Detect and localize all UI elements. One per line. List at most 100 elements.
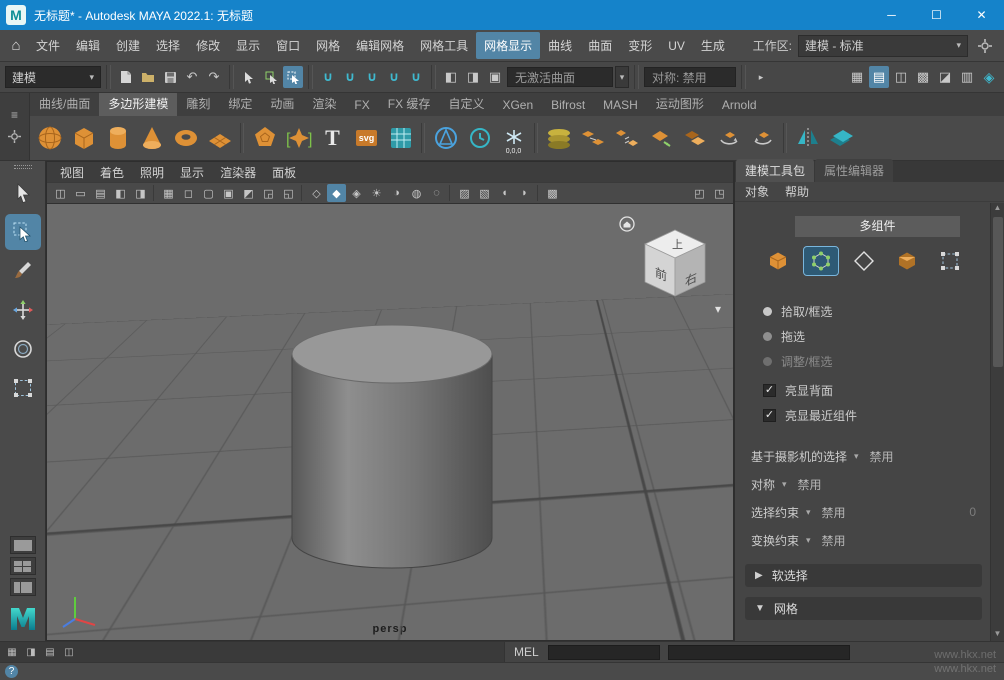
multi-select-icon[interactable] (933, 247, 967, 275)
shelf-tab-arnold[interactable]: Arnold (713, 94, 766, 116)
menu-edit-mesh[interactable]: 编辑网格 (348, 32, 412, 59)
vp-menu-lighting[interactable]: 照明 (133, 162, 171, 183)
output-connections-icon[interactable]: ◨ (463, 66, 483, 88)
menu-generate[interactable]: 生成 (693, 32, 733, 59)
pane-tear-off-icon[interactable]: ◳ (710, 184, 729, 202)
render-view-icon[interactable]: ▦ (847, 66, 867, 88)
undo-icon[interactable]: ↶ (182, 66, 202, 88)
safe-title-icon[interactable]: ◱ (279, 184, 298, 202)
ipr-render-icon[interactable]: ◫ (891, 66, 911, 88)
scale-tool[interactable] (5, 370, 41, 406)
field-chart-icon[interactable]: ◩ (239, 184, 258, 202)
construction-plane-icon[interactable] (430, 121, 461, 155)
save-scene-icon[interactable] (160, 66, 180, 88)
vp-menu-panels[interactable]: 面板 (265, 162, 303, 183)
viewport20-icon[interactable]: ▩ (543, 184, 562, 202)
radio-pick-marquee[interactable]: 拾取/框选 (743, 299, 984, 324)
resolution-gate-icon[interactable]: ▢ (199, 184, 218, 202)
lock-camera-icon[interactable]: ▭ (71, 184, 90, 202)
viewcube-chevron-icon[interactable]: ▾ (715, 302, 721, 316)
gamma-icon[interactable]: ◗ (515, 184, 534, 202)
tab-modeling-toolkit[interactable]: 建模工具包 (736, 159, 815, 182)
combine-icon[interactable] (577, 121, 608, 155)
command-input-field[interactable] (547, 644, 660, 660)
sweep-mesh-icon[interactable] (385, 121, 416, 155)
construction-history-icon[interactable]: ▣ (485, 66, 505, 88)
render-settings-icon[interactable]: ▩ (913, 66, 933, 88)
checkbox-highlight-nearest[interactable]: ✓ 亮显最近组件 (743, 403, 984, 428)
shelf-menu-icon[interactable]: ≡ (11, 108, 18, 122)
point-snap-toggle-icon[interactable]: ▤ (42, 645, 58, 660)
display-layers-icon[interactable]: ▥ (957, 66, 977, 88)
toolbox-toggle-icon[interactable]: ◈ (979, 66, 999, 88)
make-live-icon[interactable] (464, 121, 495, 155)
rotate-cw-icon[interactable] (713, 121, 744, 155)
menu-surfaces[interactable]: 曲面 (580, 32, 620, 59)
view-cube[interactable]: 上 前 右 ▾ (617, 214, 721, 316)
menu-mesh[interactable]: 网格 (308, 32, 348, 59)
poly-cone-icon[interactable] (136, 121, 167, 155)
multi-component-header[interactable]: 多组件 (795, 216, 960, 237)
section-soft-selection[interactable]: ▶ 软选择 (745, 564, 982, 587)
shelf-tab-mash[interactable]: MASH (594, 94, 647, 116)
input-connections-icon[interactable]: ◧ (441, 66, 461, 88)
platonic-solid-icon[interactable] (249, 121, 280, 155)
select-object-icon[interactable] (261, 66, 281, 88)
command-language-label[interactable]: MEL (505, 645, 548, 659)
toolkit-menu-help[interactable]: 帮助 (785, 183, 809, 200)
extract-icon[interactable] (645, 121, 676, 155)
object-mode-icon[interactable] (761, 247, 795, 275)
super-shape-icon[interactable]: [] (283, 121, 314, 155)
type-tool-icon[interactable]: T (317, 121, 348, 155)
snap-point-icon[interactable]: ∪ (362, 66, 382, 88)
menu-select[interactable]: 选择 (148, 32, 188, 59)
workspace-settings-icon[interactable] (974, 35, 996, 57)
home-icon[interactable]: ⌂ (4, 35, 28, 57)
curve-snap-toggle-icon[interactable]: ◨ (23, 645, 39, 660)
menu-file[interactable]: 文件 (28, 32, 68, 59)
bookmark-icon[interactable]: ◧ (111, 184, 130, 202)
shelf-tab-fx-caching[interactable]: FX 缓存 (379, 93, 440, 116)
shelf-tab-curves[interactable]: 曲线/曲面 (30, 93, 99, 116)
poly-sphere-icon[interactable] (34, 121, 65, 155)
origin-snap-icon[interactable]: 0,0,0 (498, 121, 529, 155)
xray-icon[interactable]: ▨ (455, 184, 474, 202)
toolkit-menu-objects[interactable]: 对象 (745, 183, 769, 200)
menu-modify[interactable]: 修改 (188, 32, 228, 59)
shelf-tab-poly-modeling[interactable]: 多边形建模 (99, 93, 178, 116)
menu-deform[interactable]: 变形 (620, 32, 660, 59)
shaded-mode-icon[interactable]: ◆ (327, 184, 346, 202)
menu-display[interactable]: 显示 (228, 32, 268, 59)
shelf-tab-motion-graphics[interactable]: 运动图形 (647, 93, 713, 116)
move-tool[interactable] (5, 292, 41, 328)
snap-curve-icon[interactable]: ∪ (340, 66, 360, 88)
viewport-canvas[interactable]: 上 前 右 ▾ persp (47, 204, 733, 640)
section-mesh[interactable]: ▼ 网格 (745, 597, 982, 620)
select-camera-icon[interactable]: ◫ (51, 184, 70, 202)
textured-mode-icon[interactable]: ◈ (347, 184, 366, 202)
toolbox-grip[interactable] (13, 165, 32, 169)
redo-icon[interactable]: ↷ (204, 66, 224, 88)
snap-plane-icon[interactable]: ∪ (384, 66, 404, 88)
option-symmetry[interactable]: 对称 ▾ 禁用 (743, 470, 984, 498)
shelf-tab-animation[interactable]: 动画 (261, 93, 303, 116)
combine-layers-icon[interactable] (543, 121, 574, 155)
rotate-tool[interactable] (5, 331, 41, 367)
poly-cylinder-object[interactable] (291, 324, 493, 570)
screen-space-ao-icon[interactable]: ◍ (407, 184, 426, 202)
face-mode-icon[interactable] (890, 247, 924, 275)
svg-tool-icon[interactable]: svg (351, 121, 382, 155)
workspace-dropdown[interactable]: 建模 - 标准 ▾ (798, 34, 968, 57)
maximize-button[interactable]: ☐ (914, 0, 959, 30)
layout-four-pane-button[interactable] (9, 557, 36, 575)
select-tool[interactable] (5, 175, 41, 211)
poly-cube-icon[interactable] (68, 121, 99, 155)
shelf-tab-fx[interactable]: FX (345, 94, 378, 116)
option-camera-based-selection[interactable]: 基于摄影机的选择 ▾ 禁用 (743, 442, 984, 470)
edge-mode-icon[interactable] (847, 247, 881, 275)
menu-mesh-tools[interactable]: 网格工具 (412, 32, 476, 59)
right-panel-scrollbar[interactable]: ▲ ▼ (990, 203, 1004, 641)
maya-logo[interactable] (4, 599, 42, 637)
light-editor-icon[interactable]: ◪ (935, 66, 955, 88)
poly-torus-icon[interactable] (170, 121, 201, 155)
